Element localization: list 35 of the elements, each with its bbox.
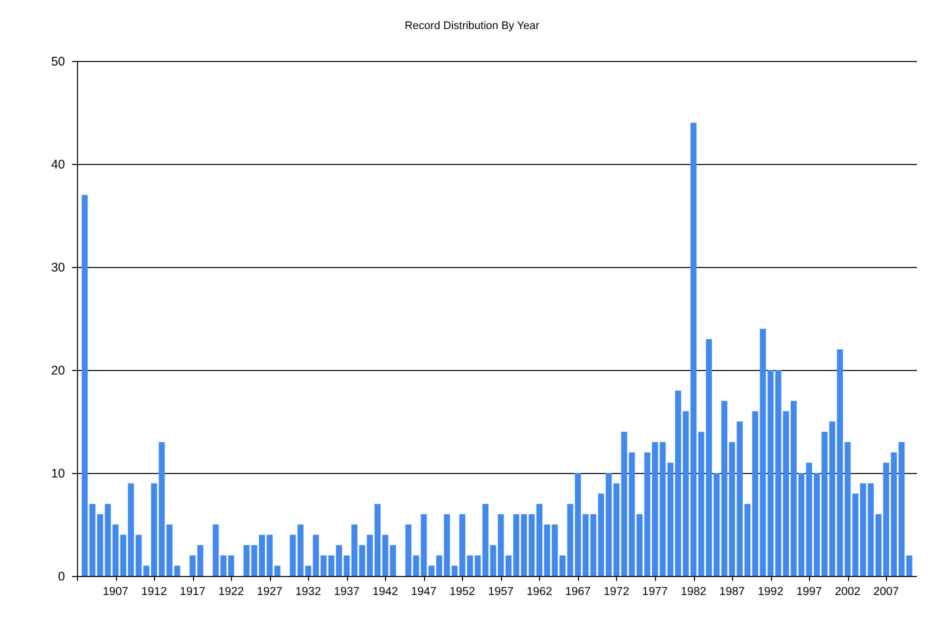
x-tick-label: 1992: [758, 586, 784, 598]
x-tick-label: 1962: [526, 586, 552, 598]
x-tick-label: 1937: [334, 586, 360, 598]
x-tick-label: 1932: [295, 586, 321, 598]
x-tick-label: 1922: [218, 586, 244, 598]
x-tick-label: 1947: [411, 586, 437, 598]
x-tick-label: 1952: [450, 586, 476, 598]
y-tick-label: 40: [51, 158, 65, 172]
x-tick-label: 1917: [180, 586, 206, 598]
x-tick-label: 1997: [796, 586, 822, 598]
chart-title: Record Distribution By Year: [404, 20, 540, 32]
y-tick-label: 0: [58, 570, 65, 584]
y-tick-label: 50: [51, 54, 65, 68]
x-tick-label: 2007: [873, 586, 899, 598]
y-tick-label: 10: [51, 466, 65, 480]
x-tick-label: 1912: [141, 586, 167, 598]
x-tick-label: 2002: [834, 586, 860, 598]
y-tick-label: 20: [51, 364, 65, 378]
y-tick-label: 30: [51, 260, 65, 274]
bar: [560, 555, 566, 576]
bar: [228, 555, 234, 576]
x-tick-label: 1972: [604, 586, 630, 598]
bar: [290, 534, 296, 576]
x-tick-label: 1942: [372, 586, 398, 598]
x-tick-label: 1927: [256, 586, 282, 598]
x-tick-label: 1957: [488, 586, 514, 598]
x-tick-label: 1967: [565, 586, 591, 598]
bar: [298, 524, 304, 576]
bar: [428, 566, 434, 576]
x-tick-label: 1987: [719, 586, 745, 598]
bar: [174, 566, 180, 576]
bar: [405, 524, 412, 576]
x-tick-label: 1907: [102, 586, 128, 598]
x-tick-label: 1977: [642, 586, 668, 598]
x-tick-label: 1982: [680, 586, 706, 598]
